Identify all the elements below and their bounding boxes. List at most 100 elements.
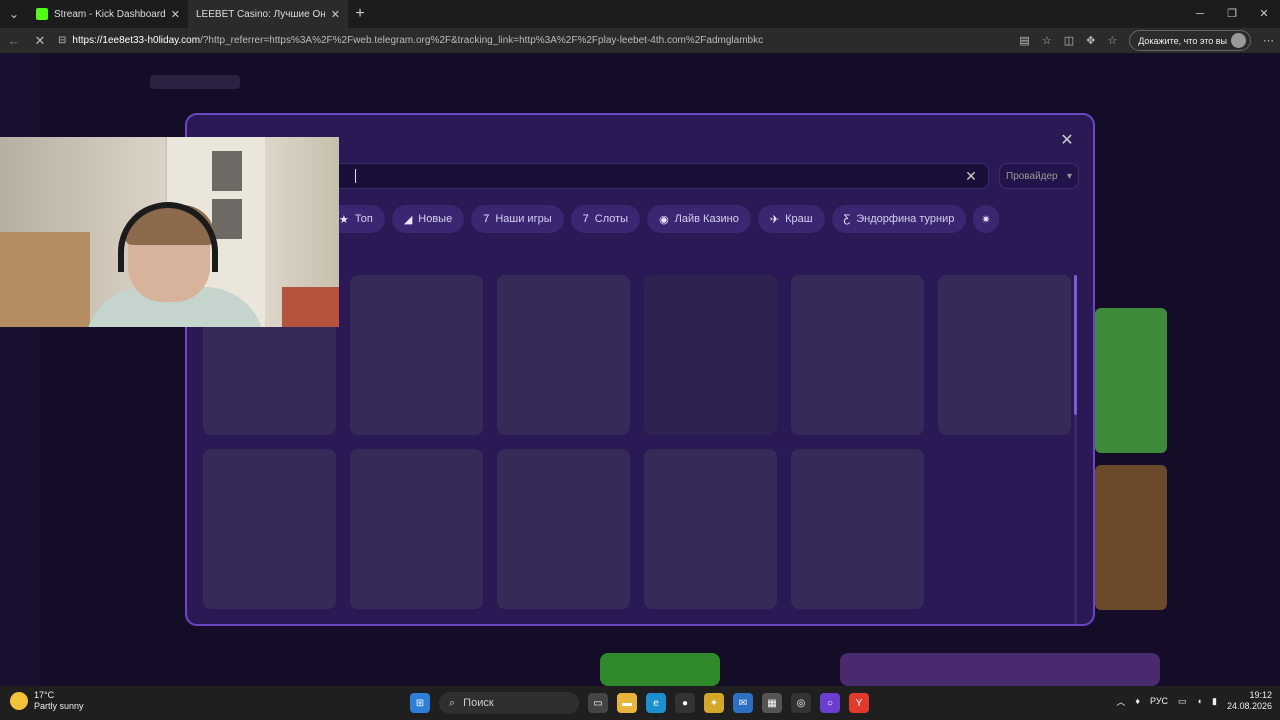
game-card-placeholder[interactable] <box>644 449 777 609</box>
sparkle-icon: ✷ <box>981 213 991 226</box>
minimize-icon[interactable]: ─ <box>1184 0 1216 28</box>
battery-icon[interactable]: ▮ <box>1212 696 1217 707</box>
game-thumbnail-blurred <box>1095 465 1167 610</box>
weather-widget[interactable]: 17°C Partly sunny <box>10 690 84 712</box>
game-thumbnail-blurred <box>1095 308 1167 453</box>
room-shelf <box>0 232 90 327</box>
favorites-icon[interactable]: ☆ <box>1107 34 1117 47</box>
chip-label: Топ <box>354 213 373 225</box>
chip-label: Наши игры <box>495 213 552 225</box>
more-menu-icon[interactable]: ⋯ <box>1263 34 1274 47</box>
tab-title: Stream - Kick Dashboard <box>54 8 165 20</box>
chip-label: Новые <box>418 213 453 225</box>
chip-new[interactable]: ◢ Новые <box>391 205 465 233</box>
game-card-placeholder[interactable] <box>497 275 630 435</box>
task-view-icon[interactable]: ▭ <box>588 693 608 713</box>
close-icon[interactable]: ✕ <box>1059 133 1075 149</box>
app-icon[interactable]: ✦ <box>704 693 724 713</box>
tab-title: LEEBET Casino: Лучшие Онлайн И <box>196 8 325 20</box>
banner-blurred <box>600 653 720 686</box>
chevron-down-icon: ▾ <box>1066 170 1072 182</box>
taskbar-search-label: Поиск <box>463 697 494 709</box>
category-chips: ★ Топ ◢ Новые 7 Наши игры 7 Слоты ◉ Лайв Кази… <box>327 205 999 233</box>
restore-icon[interactable]: ❐ <box>1216 0 1248 28</box>
alice-assistant-icon[interactable]: ○ <box>820 693 840 713</box>
star-icon: ★ <box>339 213 349 226</box>
game-card-placeholder[interactable] <box>791 449 924 609</box>
live-app-icon[interactable]: ● <box>675 693 695 713</box>
game-card-placeholder[interactable] <box>497 449 630 609</box>
game-card-placeholder[interactable] <box>644 275 777 435</box>
webcam-overlay <box>0 137 339 327</box>
profile-verify-button[interactable]: Докажите, что это вы <box>1129 30 1251 51</box>
system-tray: ︿ ♦ РУС ▭ ◖ ▮ 19:12 24.08.2026 <box>1116 690 1272 712</box>
windows-start-icon[interactable]: ⊞ <box>410 693 430 713</box>
chip-label: Краш <box>785 213 813 225</box>
clock-time: 19:12 <box>1249 690 1272 700</box>
close-tab-icon[interactable]: ✕ <box>171 8 180 21</box>
avatar <box>1231 33 1246 48</box>
edge-browser-icon[interactable]: e <box>646 693 666 713</box>
slot-icon: 7 <box>483 213 490 225</box>
provider-select[interactable]: Провайдер ▾ <box>999 163 1079 189</box>
chair <box>282 287 339 327</box>
kick-favicon-icon <box>36 8 48 20</box>
search-icon: ⌕ <box>449 696 456 709</box>
game-card-placeholder[interactable] <box>938 275 1071 435</box>
chip-crash[interactable]: ✈ Краш <box>757 205 825 233</box>
volume-icon[interactable]: ◖ <box>1197 696 1202 706</box>
banner-blurred <box>840 653 1160 686</box>
store-icon[interactable]: ▦ <box>762 693 782 713</box>
game-card-placeholder[interactable] <box>203 449 336 609</box>
clock[interactable]: 19:12 24.08.2026 <box>1227 690 1272 712</box>
game-card-placeholder[interactable] <box>791 275 924 435</box>
proof-label: Докажите, что это вы <box>1138 35 1227 46</box>
chip-live-casino[interactable]: ◉ Лайв Казино <box>647 205 751 233</box>
microphone-icon[interactable]: ♦ <box>1135 696 1140 706</box>
cabinet-window <box>212 199 242 239</box>
windows-taskbar: 17°C Partly sunny ⊞ ⌕ Поиск ▭ ▬ e ● ✦ ✉ … <box>0 686 1280 720</box>
extensions-puzzle-icon[interactable]: ✥ <box>1086 34 1095 47</box>
chip-label: Слоты <box>594 213 629 225</box>
tab-kick-dashboard[interactable]: Stream - Kick Dashboard ✕ <box>28 0 188 28</box>
provider-label: Провайдер <box>1006 170 1058 182</box>
site-info-icon[interactable]: ⊟ <box>58 35 66 46</box>
obs-icon[interactable]: ◎ <box>791 693 811 713</box>
new-tab-button[interactable]: + <box>348 0 372 28</box>
chip-our-games[interactable]: 7 Наши игры <box>471 205 564 233</box>
text-cursor-icon <box>355 169 360 183</box>
taskbar-search[interactable]: ⌕ Поиск <box>439 692 579 714</box>
chip-slots[interactable]: 7 Слоты <box>570 205 641 233</box>
clock-date: 24.08.2026 <box>1226 701 1272 711</box>
url-field[interactable]: ⊟ https://1ee8et33-h0liday.com/?http_ref… <box>58 30 1010 51</box>
tab-actions-menu-icon[interactable]: ⌄ <box>0 0 28 28</box>
url-domain: https://1ee8et33-h0liday.com <box>72 35 201 46</box>
chevron-up-icon[interactable]: ︿ <box>1116 695 1125 708</box>
scrollbar-thumb[interactable] <box>1074 275 1077 415</box>
game-card-placeholder[interactable] <box>350 449 483 609</box>
reload-stop-icon[interactable]: ✕ <box>32 33 48 49</box>
browser-tab-bar: ⌄ Stream - Kick Dashboard ✕ LEEBET Casin… <box>0 0 1280 28</box>
favorite-star-icon[interactable]: ☆ <box>1042 34 1052 47</box>
close-tab-icon[interactable]: ✕ <box>331 8 340 21</box>
game-card-placeholder[interactable] <box>350 275 483 435</box>
window-controls: ─ ❐ ✕ <box>1184 0 1280 28</box>
weather-temp: 17°C <box>34 690 55 700</box>
tab-leebet-casino[interactable]: LEEBET Casino: Лучшие Онлайн И ✕ <box>188 0 348 28</box>
live-icon: ◉ <box>659 213 669 226</box>
close-window-icon[interactable]: ✕ <box>1248 0 1280 28</box>
address-bar-row: ← ✕ ⊟ https://1ee8et33-h0liday.com/?http… <box>0 28 1280 53</box>
back-icon[interactable]: ← <box>6 33 22 48</box>
file-explorer-icon[interactable]: ▬ <box>617 693 637 713</box>
slot-icon: 7 <box>582 213 589 225</box>
cabinet-window <box>212 151 242 191</box>
chip-endorphina-tournament[interactable]: Ƹ Эндорфина турнир <box>831 205 967 233</box>
extension-icon[interactable]: ◫ <box>1064 34 1074 47</box>
language-indicator[interactable]: РУС <box>1150 696 1168 706</box>
mail-icon[interactable]: ✉ <box>733 693 753 713</box>
clear-search-icon[interactable]: ✕ <box>964 168 978 185</box>
yandex-browser-icon[interactable]: Y <box>849 693 869 713</box>
display-icon[interactable]: ▭ <box>1178 696 1187 707</box>
reader-icon[interactable]: ▤ <box>1019 34 1029 47</box>
chip-more[interactable]: ✷ <box>973 205 999 233</box>
